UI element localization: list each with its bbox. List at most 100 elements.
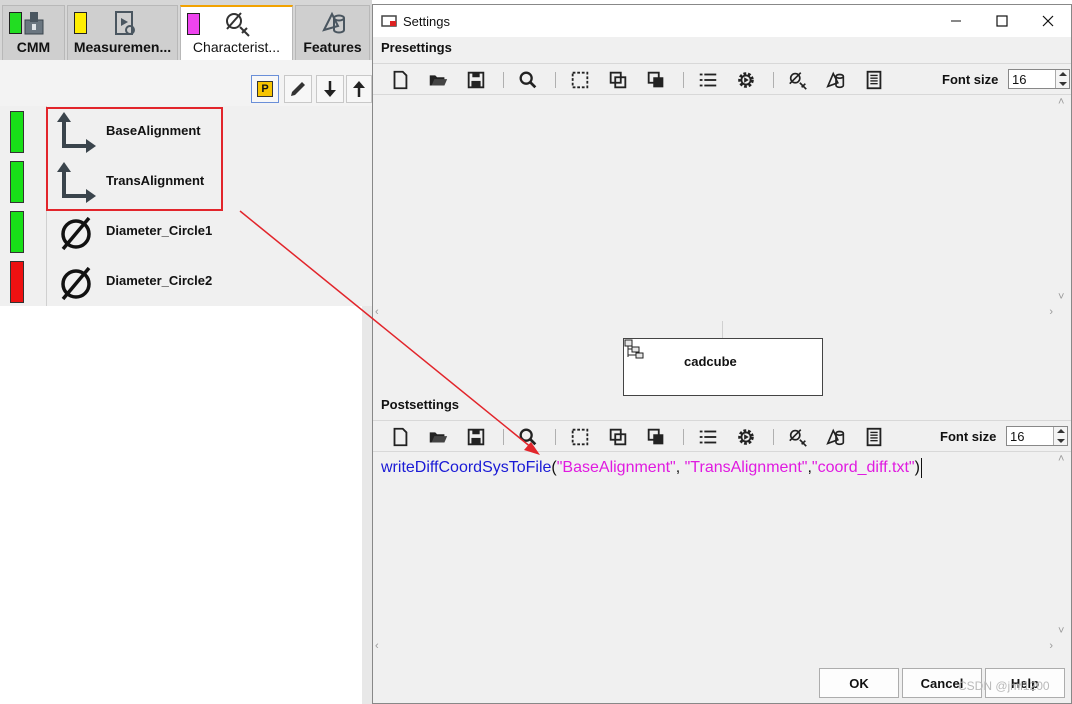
save-icon [467, 71, 485, 89]
font-size-label: Font size [940, 429, 997, 444]
search-button[interactable] [516, 425, 540, 449]
diameter-icon [61, 216, 91, 251]
tab-label: Measuremen... [73, 39, 172, 55]
settings-gear-icon [738, 72, 754, 88]
vertical-scrollbar[interactable]: ˄ ˅ [1055, 95, 1071, 305]
tab-cmm[interactable]: CMM [2, 5, 65, 60]
postsettings-toolbar: Font size 16 [373, 420, 1071, 452]
splitter-line [722, 321, 723, 339]
characteristics-toolbar: P [0, 60, 372, 106]
save-button[interactable] [464, 425, 488, 449]
document-button[interactable] [862, 425, 886, 449]
pencil-icon [291, 82, 305, 96]
copy-icon [609, 71, 627, 89]
settings-gear-icon [738, 429, 754, 445]
list-button[interactable] [696, 68, 720, 92]
tab-characteristics[interactable]: Characterist... [180, 5, 293, 60]
app-icon [381, 15, 397, 27]
diameter-icon [61, 266, 91, 301]
copy-button[interactable] [606, 425, 630, 449]
scroll-left-icon[interactable]: ‹ [375, 307, 379, 318]
measurement-plan-icon [68, 8, 177, 38]
horizontal-scrollbar[interactable]: ‹ › [373, 639, 1055, 655]
characteristic-button[interactable] [786, 68, 810, 92]
list-button[interactable] [696, 425, 720, 449]
settings-gear-button[interactable] [734, 425, 758, 449]
spinner-arrows[interactable] [1055, 70, 1069, 88]
script-line[interactable]: writeDiffCoordSysToFile("BaseAlignment",… [381, 458, 922, 478]
font-size-spinner[interactable]: 16 [1006, 426, 1068, 446]
presettings-editor[interactable]: ˄ ˅ ‹ › [373, 95, 1071, 321]
tab-measurement-plan[interactable]: Measuremen... [67, 5, 178, 60]
save-button[interactable] [464, 68, 488, 92]
ok-button[interactable]: OK [819, 668, 899, 698]
maximize-button[interactable] [979, 5, 1025, 37]
characteristic-button[interactable] [786, 425, 810, 449]
status-indicator [10, 111, 24, 153]
scroll-down-icon[interactable]: ˅ [1058, 626, 1064, 637]
minimize-button[interactable] [933, 5, 979, 37]
new-file-button[interactable] [388, 425, 412, 449]
spin-down-icon[interactable] [1059, 82, 1067, 86]
presettings-toolbar: Font size 16 [373, 63, 1071, 95]
move-up-button[interactable] [346, 75, 372, 103]
status-indicator [10, 161, 24, 203]
scroll-right-icon[interactable]: › [1049, 307, 1053, 318]
toolbar-separator [503, 429, 504, 445]
list-item[interactable]: Diameter_Circle2 [0, 256, 372, 306]
feature-button[interactable] [824, 425, 848, 449]
status-indicator [10, 261, 24, 303]
new-file-button[interactable] [388, 68, 412, 92]
vertical-scrollbar[interactable]: ˄ ˅ [1055, 452, 1071, 639]
font-size-spinner[interactable]: 16 [1008, 69, 1070, 89]
tab-label: Characterist... [192, 39, 281, 55]
scroll-right-icon[interactable]: › [1049, 641, 1053, 652]
scroll-up-icon[interactable]: ˄ [1058, 454, 1064, 465]
cadcube-block[interactable]: cadcube [623, 338, 823, 396]
string-argument: "coord_diff.txt" [811, 459, 915, 477]
tab-features[interactable]: Features [295, 5, 370, 60]
font-size-value: 16 [1010, 429, 1025, 444]
postsettings-editor[interactable]: writeDiffCoordSysToFile("BaseAlignment",… [373, 452, 1071, 655]
feature-icon [826, 428, 845, 446]
search-button[interactable] [516, 68, 540, 92]
horizontal-scrollbar[interactable]: ‹ › [373, 305, 1055, 321]
open-folder-button[interactable] [426, 425, 450, 449]
search-icon [519, 71, 537, 89]
open-folder-button[interactable] [426, 68, 450, 92]
save-icon [467, 428, 485, 446]
document-icon [866, 427, 882, 447]
settings-gear-button[interactable] [734, 68, 758, 92]
toolbar-separator [555, 72, 556, 88]
open-folder-icon [429, 432, 448, 443]
feature-button[interactable] [824, 68, 848, 92]
scroll-down-icon[interactable]: ˅ [1058, 292, 1064, 303]
list-item[interactable]: Diameter_Circle1 [0, 206, 372, 256]
p-marker-button[interactable]: P [251, 75, 279, 103]
cadcube-label: cadcube [684, 354, 737, 369]
copy-button[interactable] [606, 68, 630, 92]
module-tab-bar: CMM Measuremen... Characterist... Featur… [0, 0, 372, 60]
paste-button[interactable] [644, 425, 668, 449]
spin-up-icon[interactable] [1057, 429, 1065, 433]
paste-icon [647, 428, 664, 445]
edit-button[interactable] [284, 75, 312, 103]
paste-button[interactable] [644, 68, 668, 92]
document-button[interactable] [862, 68, 886, 92]
column-divider [46, 256, 47, 306]
spinner-arrows[interactable] [1053, 427, 1067, 445]
text-cursor [920, 458, 922, 478]
watermark: CSDN @jml1200 [958, 679, 1050, 693]
spin-down-icon[interactable] [1057, 439, 1065, 443]
move-down-button[interactable] [316, 75, 344, 103]
select-frame-button[interactable] [568, 425, 592, 449]
screen: CMM Measuremen... Characterist... Featur… [0, 0, 1072, 704]
scroll-up-icon[interactable]: ˄ [1058, 97, 1064, 108]
close-button[interactable] [1025, 5, 1071, 37]
spin-up-icon[interactable] [1059, 72, 1067, 76]
scroll-left-icon[interactable]: ‹ [375, 641, 379, 652]
characteristic-label: Diameter_Circle2 [106, 273, 213, 288]
search-icon [519, 428, 537, 446]
font-size-value: 16 [1012, 72, 1027, 87]
select-frame-button[interactable] [568, 68, 592, 92]
